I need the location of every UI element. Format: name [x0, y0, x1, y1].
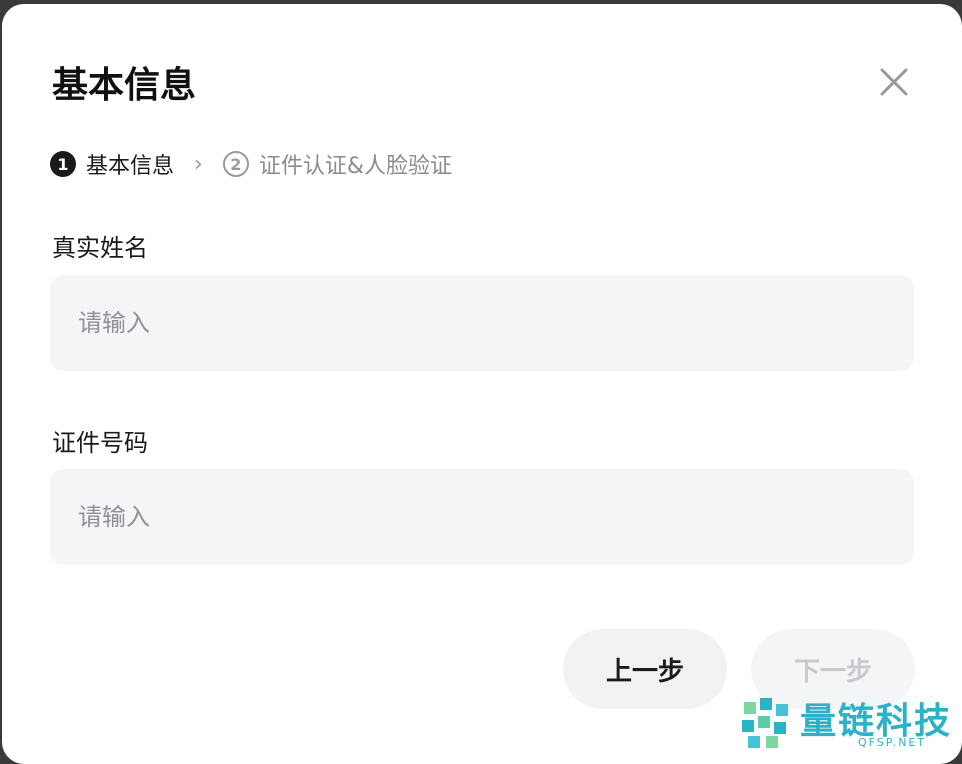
step-number-2: 2	[222, 151, 249, 177]
step-number-1: 1	[50, 151, 76, 177]
chevron-right-icon: ›	[194, 151, 203, 177]
close-icon[interactable]	[876, 64, 912, 100]
basic-info-dialog: 基本信息 1 基本信息 › 2 证件认证&人脸验证 真实姓名 证件号码 上一步 …	[2, 4, 962, 764]
step-id-face-verification: 2 证件认证&人脸验证	[222, 148, 452, 180]
step-label-id-face-verification: 证件认证&人脸验证	[258, 154, 452, 179]
previous-step-button[interactable]: 上一步	[563, 629, 727, 709]
id-number-input[interactable]	[50, 469, 914, 565]
watermark-url: QFSP.NET	[858, 736, 927, 749]
step-basic-info: 1 基本信息	[50, 148, 174, 180]
watermark-logo-icon	[740, 696, 796, 752]
step-label-basic-info: 基本信息	[86, 154, 175, 179]
real-name-input[interactable]	[50, 275, 914, 371]
step-indicator: 1 基本信息 › 2 证件认证&人脸验证	[50, 147, 452, 181]
watermark: 量链科技 QFSP.NET	[740, 690, 962, 754]
id-number-label: 证件号码	[52, 429, 148, 457]
dialog-title: 基本信息	[52, 65, 197, 106]
real-name-label: 真实姓名	[52, 234, 148, 262]
